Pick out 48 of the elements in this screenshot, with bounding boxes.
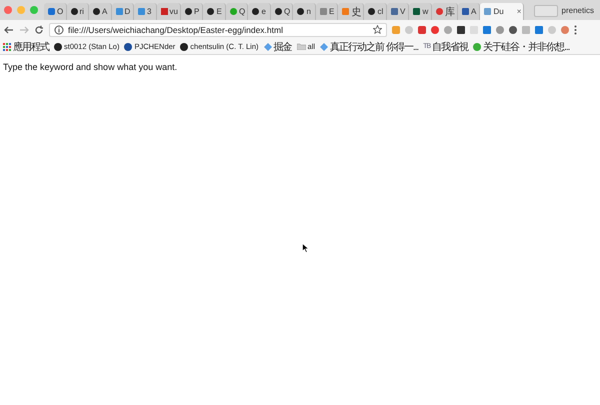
browser-tab[interactable]: E bbox=[203, 3, 226, 20]
browser-tab[interactable]: 库 bbox=[432, 3, 458, 20]
browser-tab[interactable]: Q bbox=[226, 3, 248, 20]
tab-title: P bbox=[194, 7, 200, 16]
profile-name[interactable]: prenetics bbox=[562, 6, 600, 14]
browser-tab[interactable]: ri bbox=[66, 3, 89, 20]
tab-title: E bbox=[328, 7, 334, 16]
tab-title: ri bbox=[80, 7, 84, 16]
browser-tab[interactable]: w bbox=[409, 3, 432, 20]
tab-title: e bbox=[261, 7, 266, 16]
tab-title: Q bbox=[284, 7, 290, 16]
tab-title: A bbox=[102, 7, 108, 16]
browser-tab[interactable]: E bbox=[316, 3, 338, 20]
browser-tab[interactable]: 史 bbox=[338, 3, 364, 20]
bookmark[interactable]: 关于硅谷・并非你想... bbox=[473, 40, 570, 54]
address-bar[interactable]: file:///Users/weichiachang/Desktop/Easter-egg/index.html bbox=[49, 22, 387, 36]
tab-title: vu bbox=[170, 7, 178, 16]
browser-tab[interactable]: D bbox=[112, 3, 134, 20]
browser-tab[interactable]: n bbox=[293, 3, 316, 20]
browser-tab[interactable]: A bbox=[89, 3, 112, 20]
tab-title: Q bbox=[238, 7, 246, 16]
browser-tab[interactable]: 3 bbox=[134, 3, 156, 20]
tab-title: n bbox=[306, 7, 311, 16]
tab-title: O bbox=[57, 7, 64, 16]
browser-tab[interactable]: Q bbox=[270, 3, 294, 20]
bookmark[interactable]: 應用程式 bbox=[3, 40, 49, 54]
close-tab-icon[interactable]: × bbox=[516, 7, 522, 16]
tab-title: 库 bbox=[444, 6, 455, 18]
browser-tab[interactable]: e bbox=[248, 3, 271, 20]
tab-title: Du bbox=[493, 7, 504, 16]
browser-tab[interactable]: cl bbox=[364, 3, 387, 20]
tab-title: w bbox=[422, 7, 428, 16]
tab-title: E bbox=[216, 7, 222, 16]
tab-title: 史 bbox=[351, 6, 362, 18]
tab-title: cl bbox=[377, 7, 384, 16]
tab-title: V bbox=[400, 7, 406, 16]
browser-tab[interactable]: V bbox=[386, 3, 410, 20]
page-text: Type the keyword and show what you want. bbox=[3, 62, 178, 72]
browser-tab[interactable]: Du × bbox=[480, 3, 524, 20]
browser-tab[interactable]: O bbox=[44, 3, 66, 20]
tab-title: 3 bbox=[147, 7, 152, 16]
bookmark[interactable]: 真正行动之前 你得一... bbox=[320, 40, 418, 54]
browser-tab[interactable]: A bbox=[458, 3, 480, 20]
tab-title: A bbox=[470, 7, 476, 16]
browser-tab[interactable]: vu bbox=[156, 3, 181, 20]
bookmark[interactable]: 掘金 bbox=[264, 40, 292, 54]
browser-tab[interactable]: P bbox=[180, 3, 204, 20]
tab-title: D bbox=[124, 7, 130, 16]
